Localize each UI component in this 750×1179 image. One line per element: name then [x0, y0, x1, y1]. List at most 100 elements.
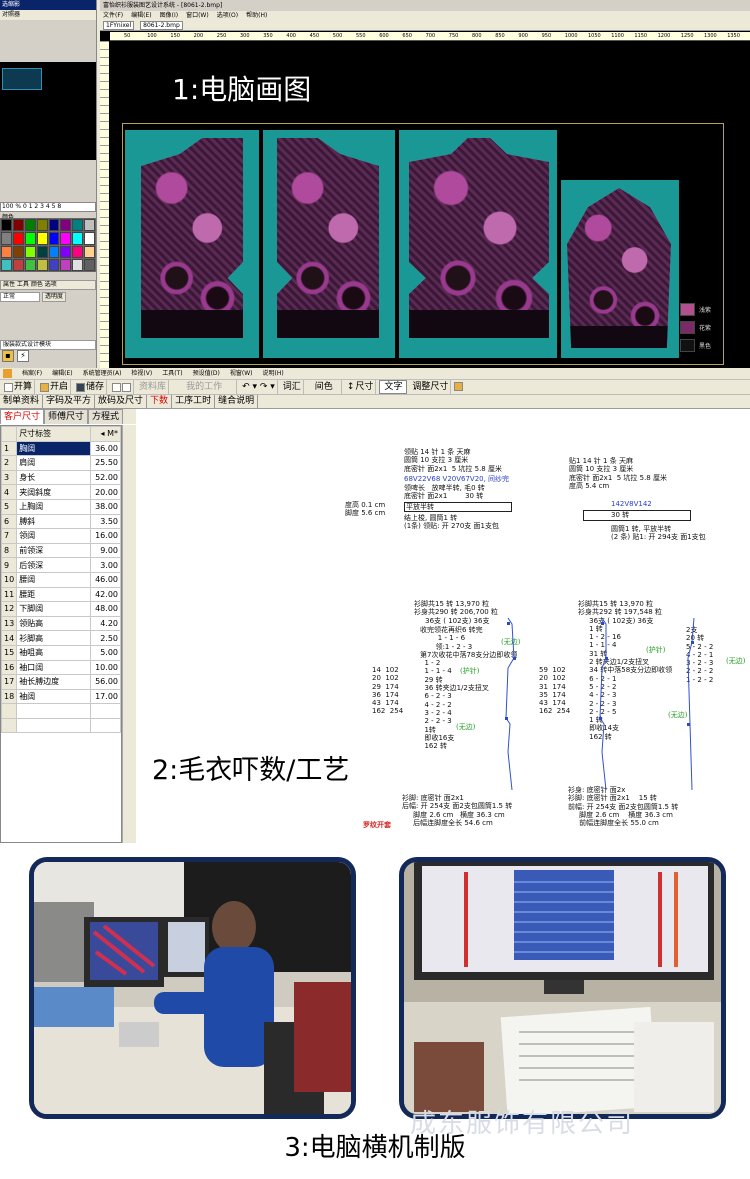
menu-item[interactable]: 编辑(E) — [52, 368, 72, 379]
palette-swatch[interactable] — [60, 258, 72, 271]
tab-sewing-notes[interactable]: 缝合说明 — [215, 395, 259, 408]
size-label-cell[interactable]: 袖口阔 — [16, 659, 91, 676]
size-label-cell[interactable]: 身长 — [16, 469, 91, 486]
size-value-cell[interactable]: 3.00 — [90, 557, 121, 573]
palette-swatch[interactable] — [36, 232, 48, 245]
palette-swatch[interactable] — [72, 245, 84, 258]
size-label-cell[interactable]: 袖长膊边度 — [16, 674, 91, 690]
palette-swatch[interactable] — [24, 232, 36, 245]
palette-swatch[interactable] — [84, 232, 95, 245]
size-value-cell[interactable]: 9.00 — [90, 542, 121, 559]
size-value-cell[interactable]: 38.00 — [90, 498, 121, 515]
table-row[interactable]: 17 袖长膊边度 56.00 — [0, 674, 121, 690]
column-header-label[interactable]: 尺寸标签 — [16, 426, 91, 442]
empty-row[interactable] — [0, 717, 121, 734]
folder-icon[interactable]: ▪ — [2, 350, 14, 362]
menu-item[interactable]: 预设值(D) — [193, 368, 220, 379]
adjust-size-button[interactable]: 调整尺寸 — [410, 380, 452, 394]
menu-item[interactable]: 工具(T) — [162, 368, 182, 379]
outline-node[interactable] — [691, 641, 694, 644]
size-value-cell[interactable]: 5.00 — [90, 644, 121, 661]
save-button[interactable]: 储存 — [74, 380, 108, 394]
size-value-cell[interactable]: 20.00 — [90, 484, 121, 500]
menu-item-help[interactable]: 帮助(H) — [246, 11, 267, 21]
table-row[interactable]: 16 袖口阔 10.00 — [0, 659, 121, 676]
tab-order-data[interactable]: 制单资料 — [0, 395, 44, 408]
garment-piece-3[interactable] — [409, 138, 549, 338]
menu-item[interactable]: 系统管理员(A) — [83, 368, 122, 379]
table-row[interactable]: 8 前领深 9.00 — [0, 542, 121, 559]
tab-customer-size[interactable]: 客户尺寸 — [0, 409, 45, 424]
panel-tabs-row[interactable]: 属性 工具 颜色 选项 — [0, 280, 96, 290]
menu-item[interactable]: 检视(V) — [131, 368, 152, 379]
tab-process-time[interactable]: 工序工时 — [172, 395, 216, 408]
size-value-cell[interactable]: 36.00 — [90, 440, 121, 457]
menu-item[interactable]: 说明(H) — [263, 368, 284, 379]
size-label-cell[interactable]: 肩阔 — [16, 455, 91, 471]
size-label-cell[interactable]: 上胸阔 — [16, 498, 91, 515]
outline-node[interactable] — [687, 723, 690, 726]
outline-node[interactable] — [507, 622, 510, 625]
grid-splitter[interactable] — [122, 425, 136, 843]
menu-item-options[interactable]: 选项(O) — [217, 11, 238, 21]
table-row[interactable]: 15 袖咀高 5.00 — [0, 644, 121, 661]
size-label-cell[interactable]: 腰距 — [16, 586, 91, 603]
table-row[interactable]: 2 肩阔 25.50 — [0, 455, 121, 471]
size-value-cell[interactable]: 46.00 — [90, 571, 121, 588]
palette-swatch[interactable] — [12, 258, 24, 271]
palette-swatch[interactable] — [60, 245, 72, 258]
menu-item-file[interactable]: 文件(F) — [103, 11, 123, 21]
table-row[interactable]: 14 衫脚高 2.50 — [0, 630, 121, 646]
size-value-cell[interactable]: 42.00 — [90, 586, 121, 603]
size-button[interactable]: ↕ 尺寸 — [345, 380, 377, 394]
outline-node[interactable] — [599, 717, 602, 720]
outline-node[interactable] — [513, 657, 516, 660]
size-value-cell[interactable]: 56.00 — [90, 674, 121, 690]
palette-swatch[interactable] — [48, 219, 60, 232]
blend-mode-dropdown[interactable]: 正常 — [0, 292, 40, 302]
table-row[interactable]: 12 下脚阔 48.00 — [0, 601, 121, 617]
tab-master-size[interactable]: 师傅尺寸 — [44, 409, 89, 424]
size-label-cell[interactable]: 夹阔斜度 — [16, 484, 91, 500]
table-row[interactable]: 13 领贴高 4.20 — [0, 615, 121, 632]
menu-item-image[interactable]: 图像(I) — [160, 11, 178, 21]
menu-item[interactable]: 视窗(W) — [230, 368, 253, 379]
palette-swatch[interactable] — [36, 219, 48, 232]
table-row[interactable]: 6 膊斜 3.50 — [0, 513, 121, 530]
table-row[interactable]: 11 腰距 42.00 — [0, 586, 121, 603]
outline-node[interactable] — [605, 657, 608, 660]
palette-swatch[interactable] — [60, 219, 72, 232]
lightning-icon[interactable]: ⚡ — [17, 350, 29, 362]
garment-piece-2[interactable] — [277, 138, 379, 338]
palette-swatch[interactable] — [12, 219, 24, 232]
adjust-icon[interactable] — [454, 382, 464, 391]
zoom-scale[interactable]: 100 % 0 1 2 3 4 5 8 — [0, 202, 96, 212]
palette-swatch[interactable] — [36, 258, 48, 271]
palette-swatch[interactable] — [84, 245, 95, 258]
size-value-cell[interactable]: 10.00 — [90, 659, 121, 676]
table-row[interactable]: 10 腰阔 46.00 — [0, 571, 121, 588]
size-label-cell[interactable] — [16, 703, 91, 719]
garment-sleeve[interactable] — [567, 188, 671, 348]
size-value-cell[interactable]: 48.00 — [90, 601, 121, 617]
mode-dropdown[interactable]: 服装款式设计模块 — [0, 340, 96, 350]
palette-swatch[interactable] — [24, 245, 36, 258]
garment-piece-1[interactable] — [141, 138, 243, 338]
palette-swatch[interactable] — [36, 245, 48, 258]
outline-node[interactable] — [505, 717, 508, 720]
size-label-cell[interactable]: 前领深 — [16, 542, 91, 559]
size-value-cell[interactable] — [90, 703, 121, 719]
palette-swatch[interactable] — [48, 232, 60, 245]
left-panel-tab[interactable]: 对照器 — [0, 10, 100, 20]
filename-field[interactable]: 8061-2.bmp — [140, 21, 183, 30]
tab-size-square[interactable]: 字码及平方 — [43, 395, 96, 408]
vocabulary-button[interactable]: 词汇 — [281, 380, 304, 394]
table-row[interactable]: 4 夹阔斜度 20.00 — [0, 484, 121, 500]
palette-swatch[interactable] — [24, 258, 36, 271]
menu-item[interactable]: 档案(F) — [22, 368, 42, 379]
palette-swatch[interactable] — [84, 258, 95, 271]
print-button[interactable] — [110, 380, 135, 394]
database-button[interactable]: 资料库 — [137, 380, 170, 394]
size-label-cell[interactable] — [16, 717, 91, 734]
size-label-cell[interactable]: 腰阔 — [16, 571, 91, 588]
